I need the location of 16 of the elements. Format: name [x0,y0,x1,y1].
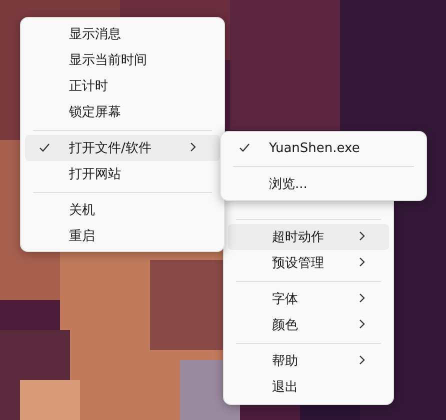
menu-item[interactable]: 关机 [25,197,220,223]
menu-item[interactable]: 显示当前时间 [25,47,220,73]
menu-item[interactable]: 超时动作 [228,224,389,250]
menu-item[interactable]: 浏览... [225,171,422,197]
menu-item[interactable]: 预设管理 [228,250,389,276]
menu-item[interactable]: 显示消息 [25,21,220,47]
menu-item[interactable]: 重启 [25,223,220,249]
menu-item[interactable]: 打开文件/软件 [25,135,220,161]
menu-item[interactable]: 退出 [228,374,389,400]
menu-item[interactable]: 颜色 [228,312,389,338]
menu-item[interactable]: 打开网站 [25,161,220,187]
menu-item[interactable]: 字体 [228,286,389,312]
menu-item[interactable]: YuanShen.exe [225,135,422,161]
menu-item[interactable]: 锁定屏幕 [25,99,220,125]
menu-item[interactable]: 帮助 [228,348,389,374]
menu-item[interactable]: 正计时 [25,73,220,99]
